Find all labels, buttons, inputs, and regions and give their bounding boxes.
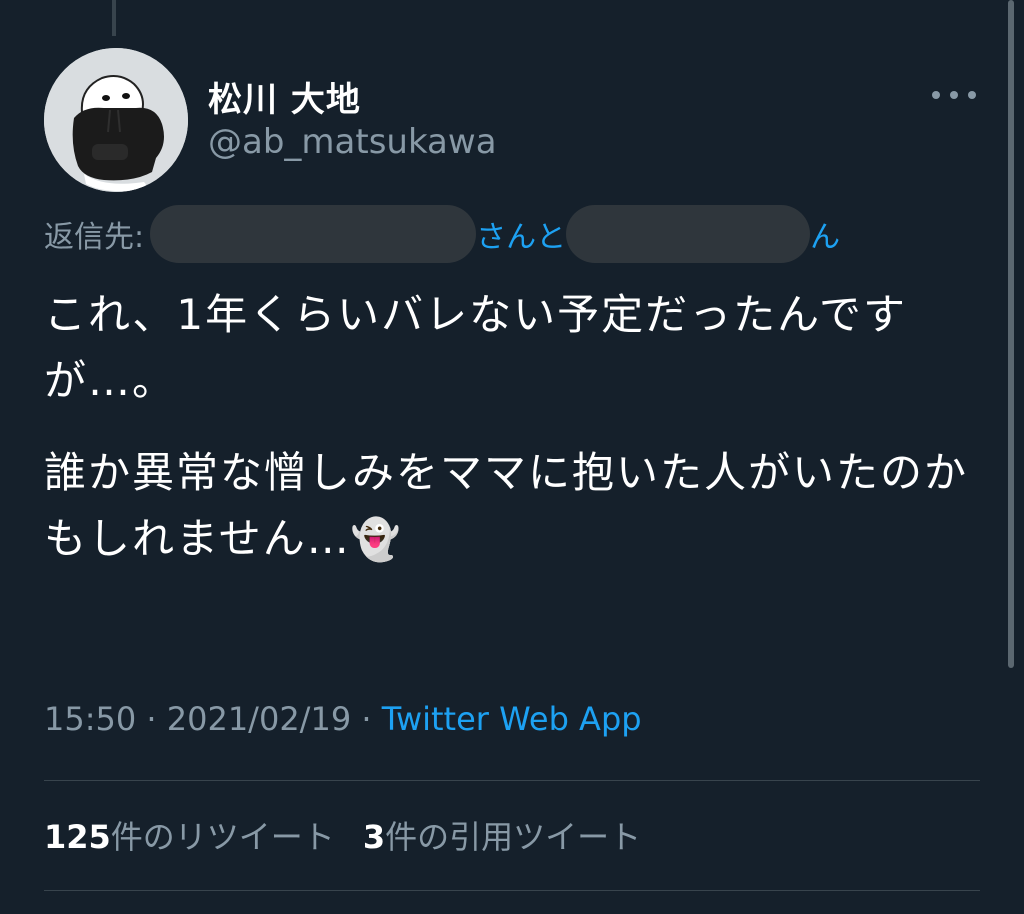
reply-to-label: 返信先: — [44, 220, 145, 255]
reply-to-line: 返信先: さんと ん — [44, 205, 840, 263]
reply-mention-link[interactable]: さんと — [476, 212, 566, 256]
retweets-count: 125 — [44, 818, 111, 856]
tweet-paragraph: これ、1年くらいバレない予定だったんですが…。 — [44, 290, 908, 405]
more-options-icon[interactable] — [932, 80, 976, 110]
redacted-username-2[interactable] — [566, 205, 811, 263]
tweet-body: これ、1年くらいバレない予定だったんですが…。 誰か異常な憎しみをママに抱いた人… — [44, 282, 984, 599]
divider — [44, 780, 980, 781]
reply-mention-suffix[interactable]: ん — [810, 212, 840, 256]
user-handle[interactable]: @ab_matsukawa — [208, 122, 497, 162]
ghost-hoodie-avatar-icon — [44, 48, 188, 192]
tweet-meta: 15:50 · 2021/02/19 · Twitter Web App — [44, 700, 642, 738]
quotes-label: 件の引用ツイート — [385, 818, 642, 856]
tweet-paragraph-text: 誰か異常な憎しみをママに抱いた人がいたのかもしれません… — [44, 448, 969, 563]
retweets-label: 件のリツイート — [110, 818, 335, 856]
meta-separator: · — [136, 700, 167, 738]
redacted-username-1[interactable] — [150, 205, 477, 263]
quotes-stat[interactable]: 3件の引用ツイート — [363, 818, 641, 856]
thread-connector-line — [112, 0, 116, 36]
avatar[interactable] — [44, 48, 188, 192]
divider — [44, 890, 980, 891]
display-name[interactable]: 松川 大地 — [208, 72, 361, 121]
scrollbar[interactable] — [1008, 0, 1014, 668]
ghost-emoji-icon: 👻 — [350, 517, 403, 563]
meta-separator: · — [351, 700, 382, 738]
tweet-date[interactable]: 2021/02/19 — [167, 700, 351, 738]
retweets-stat[interactable]: 125件のリツイート — [44, 818, 335, 856]
tweet-paragraph: 誰か異常な憎しみをママに抱いた人がいたのかもしれません…👻 — [44, 440, 984, 573]
tweet-source-link[interactable]: Twitter Web App — [382, 700, 642, 738]
tweet-stats: 125件のリツイート 3件の引用ツイート — [44, 812, 641, 858]
quotes-count: 3 — [362, 818, 386, 856]
tweet-time[interactable]: 15:50 — [44, 700, 136, 738]
